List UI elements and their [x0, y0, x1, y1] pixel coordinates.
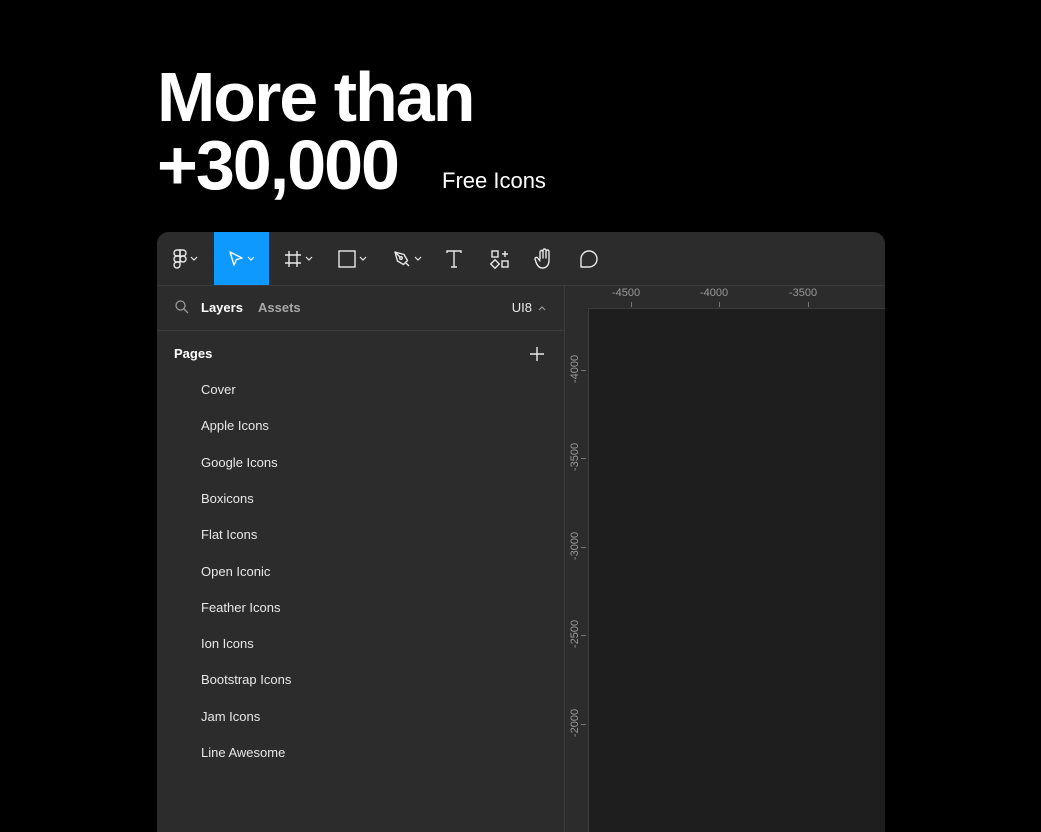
comment-icon: [580, 249, 598, 268]
page-list-item[interactable]: Bootstrap Icons: [201, 672, 291, 687]
horizontal-ruler: -4500 -4000 -3500: [565, 286, 885, 309]
ruler-tick: [581, 635, 586, 636]
chevron-down-icon: [359, 256, 366, 261]
chevron-down-icon: [247, 256, 255, 261]
hero-title-line-2: +30,000: [157, 126, 400, 204]
page-selector[interactable]: UI8: [512, 300, 546, 315]
page-list-item[interactable]: Apple Icons: [201, 418, 269, 433]
text-tool-button[interactable]: [439, 232, 469, 285]
chevron-down-icon: [414, 256, 421, 261]
ruler-tick-label: -4500: [612, 287, 641, 299]
chevron-up-icon: [538, 305, 546, 310]
ruler-tick: [808, 302, 809, 307]
page-selector-label: UI8: [511, 300, 532, 315]
plus-icon: [530, 347, 544, 361]
add-page-button[interactable]: [527, 344, 547, 364]
resources-button[interactable]: [485, 232, 515, 285]
shape-tool-button[interactable]: [329, 232, 375, 285]
ruler-tick: [581, 724, 586, 725]
design-canvas[interactable]: [589, 309, 885, 832]
ruler-tick-label: -3000: [569, 531, 581, 561]
vertical-ruler: -4000 -3500 -3000 -2500 -2000: [565, 308, 589, 832]
page-list-item[interactable]: Boxicons: [201, 491, 254, 506]
chevron-down-icon: [305, 256, 312, 261]
page-list-item[interactable]: Cover: [201, 382, 236, 397]
ruler-tick: [719, 302, 720, 307]
hand-tool-icon: [534, 247, 550, 269]
tab-assets[interactable]: Assets: [258, 300, 301, 315]
panel-tabs: Layers Assets UI8: [157, 286, 564, 331]
pen-tool-button[interactable]: [384, 232, 430, 285]
chevron-down-icon: [190, 256, 198, 261]
ruler-tick-label: -4000: [569, 354, 581, 384]
search-icon[interactable]: [175, 300, 189, 314]
editor-window: Layers Assets UI8 Pages Cover Apple Icons…: [157, 232, 885, 832]
page-list-item[interactable]: Open Iconic: [201, 564, 270, 579]
ruler-tick-label: -3500: [789, 287, 818, 299]
ruler-tick: [581, 370, 586, 371]
layers-panel: Layers Assets UI8 Pages Cover Apple Icons…: [157, 286, 565, 832]
tab-layers[interactable]: Layers: [201, 300, 243, 315]
rectangle-shape-icon: [337, 249, 356, 268]
pages-heading: Pages: [174, 346, 213, 361]
pen-tool-icon: [393, 250, 409, 266]
resources-icon: [490, 249, 509, 269]
page-list-item[interactable]: Feather Icons: [201, 600, 281, 615]
hero-title-line-1: More than: [157, 58, 475, 136]
toolbar: [157, 232, 885, 286]
ruler-tick: [631, 302, 632, 307]
page-list-item[interactable]: Flat Icons: [201, 527, 257, 542]
comment-tool-button[interactable]: [574, 232, 604, 285]
move-pointer-icon: [229, 250, 243, 266]
hero-subtitle: Free Icons: [442, 168, 546, 193]
ruler-tick: [581, 458, 586, 459]
ruler-tick-label: -2000: [569, 708, 581, 738]
page-list-item[interactable]: Ion Icons: [201, 636, 254, 651]
main-menu-button[interactable]: [157, 232, 214, 285]
text-tool-icon: [446, 249, 462, 268]
ruler-tick-label: -3500: [569, 442, 581, 472]
page-list-item[interactable]: Jam Icons: [201, 709, 260, 724]
page-list-item[interactable]: Google Icons: [201, 455, 278, 470]
page-list-item[interactable]: Line Awesome: [201, 745, 285, 760]
hand-tool-button[interactable]: [529, 232, 559, 285]
ruler-tick-label: -2500: [569, 619, 581, 649]
move-tool-button[interactable]: [214, 232, 269, 285]
frame-tool-button[interactable]: [275, 232, 321, 285]
ruler-tick: [581, 547, 586, 548]
frame-grid-icon: [284, 250, 301, 267]
ruler-tick-label: -4000: [700, 287, 729, 299]
figma-main-menu-icon: [173, 248, 187, 269]
